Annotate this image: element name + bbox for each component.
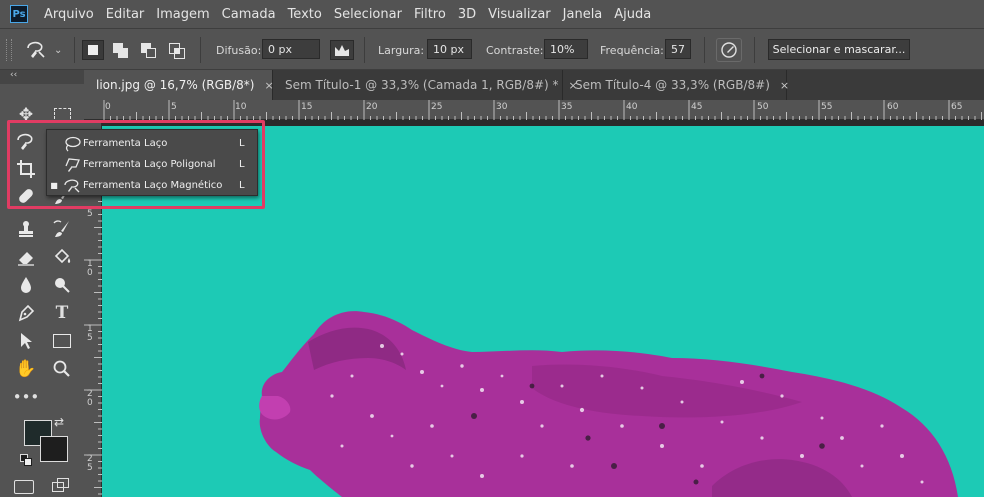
feather-label: Difusão: — [216, 44, 262, 57]
ruler-label: 2 0 — [87, 389, 93, 408]
pen-pressure-button[interactable] — [716, 38, 742, 62]
ruler-label: 50 — [757, 102, 769, 112]
new-selection-button[interactable] — [82, 40, 104, 60]
menu-ajuda[interactable]: Ajuda — [614, 7, 651, 22]
hand-tool-icon[interactable]: ✋ — [12, 356, 40, 382]
subtract-from-selection-button[interactable] — [138, 40, 160, 60]
menu-imagem[interactable]: Imagem — [156, 7, 209, 22]
clone-stamp-tool-icon[interactable] — [12, 216, 40, 242]
close-icon[interactable]: × — [780, 79, 789, 92]
ruler-label: 2 5 — [87, 454, 93, 473]
magnetic-lasso-icon — [27, 41, 45, 58]
path-selection-tool-icon[interactable] — [12, 328, 40, 354]
menu-camada[interactable]: Camada — [222, 7, 276, 22]
type-tool-icon[interactable]: T — [48, 300, 76, 326]
feather-input[interactable]: 0 px — [262, 39, 320, 59]
menu-filtro[interactable]: Filtro — [414, 7, 446, 22]
new-selection-icon — [88, 45, 98, 55]
more-tools-icon[interactable]: ••• — [12, 384, 40, 410]
tab-label: Sem Título-1 @ 33,3% (Camada 1, RGB/8#) … — [285, 78, 559, 92]
ruler-label: 55 — [821, 102, 833, 112]
ruler-label: 25 — [431, 102, 443, 112]
ruler-label: 10 — [235, 102, 247, 112]
ruler-label: 45 — [691, 102, 703, 112]
screen-mode-icon[interactable] — [52, 478, 70, 494]
ruler-label: 0 — [105, 102, 111, 112]
ruler-label: 35 — [561, 102, 573, 112]
zoom-tool-icon[interactable] — [48, 356, 76, 382]
ruler-label: 20 — [366, 102, 378, 112]
quick-mask-icon[interactable] — [14, 480, 34, 494]
pen-tool-icon[interactable] — [12, 300, 40, 326]
tab-label: lion.jpg @ 16,7% (RGB/8*) — [96, 78, 255, 92]
options-bar: ⌄ Difusão: 0 px Largura: 10 px Contraste… — [0, 28, 984, 70]
tab-sem-titulo-4[interactable]: Sem Título-4 @ 33,3% (RGB/8#) × — [563, 70, 789, 100]
menu-janela[interactable]: Janela — [563, 7, 603, 22]
highlight-annotation — [7, 120, 265, 209]
dodge-tool-icon[interactable] — [48, 272, 76, 298]
ruler-label: 5 — [87, 209, 93, 219]
rectangle-tool-icon[interactable] — [48, 328, 76, 354]
tablet-pressure-button[interactable] — [330, 40, 354, 60]
menu-3d[interactable]: 3D — [458, 7, 476, 22]
pressure-icon — [335, 45, 349, 56]
ruler-ticks — [103, 100, 982, 120]
tab-sem-titulo-1[interactable]: Sem Título-1 @ 33,3% (Camada 1, RGB/8#) … — [273, 70, 578, 100]
pen-pressure-icon — [721, 42, 737, 58]
menu-selecionar[interactable]: Selecionar — [334, 7, 402, 22]
select-and-mask-button[interactable]: Selecionar e mascarar... — [768, 39, 910, 60]
document-tabs: lion.jpg @ 16,7% (RGB/8*) × Sem Título-1… — [84, 70, 984, 100]
history-brush-tool-icon[interactable] — [48, 216, 76, 242]
tab-label: Sem Título-4 @ 33,3% (RGB/8#) — [575, 78, 770, 92]
contrast-label: Contraste: — [486, 44, 544, 57]
blur-tool-icon[interactable] — [12, 272, 40, 298]
default-colors-icon[interactable] — [20, 454, 32, 466]
add-selection-icon — [118, 48, 128, 58]
frequency-label: Frequência: — [600, 44, 664, 57]
swap-colors-icon[interactable]: ⇄ — [50, 414, 68, 430]
menu-arquivo[interactable]: Arquivo — [44, 7, 94, 22]
ruler-label: 60 — [887, 102, 899, 112]
tab-lion-jpg[interactable]: lion.jpg @ 16,7% (RGB/8*) × — [84, 70, 274, 100]
eraser-tool-icon[interactable] — [12, 244, 40, 270]
chevron-down-icon: ⌄ — [54, 44, 63, 56]
ruler-label: 5 — [171, 102, 177, 112]
intersect-selection-icon — [174, 48, 179, 53]
photoshop-logo-icon: Ps — [10, 5, 28, 23]
frequency-input[interactable]: 57 — [665, 39, 691, 59]
ruler-label: 30 — [496, 102, 508, 112]
menu-visualizar[interactable]: Visualizar — [488, 7, 551, 22]
add-to-selection-button[interactable] — [110, 40, 132, 60]
paint-bucket-tool-icon[interactable] — [48, 244, 76, 270]
ruler-label: 15 — [301, 102, 313, 112]
background-color-swatch[interactable] — [40, 436, 68, 462]
ruler-label: 40 — [626, 102, 638, 112]
contrast-input[interactable]: 10% — [544, 39, 588, 59]
intersect-selection-button[interactable] — [166, 40, 188, 60]
options-bar-grip[interactable] — [6, 39, 12, 61]
menu-editar[interactable]: Editar — [106, 7, 145, 22]
collapse-panel-icon[interactable]: ‹‹ — [0, 70, 84, 84]
tool-preset-picker[interactable]: ⌄ — [24, 38, 68, 62]
ruler-label: 1 0 — [87, 259, 93, 278]
menu-bar: Ps Arquivo Editar Imagem Camada Texto Se… — [0, 0, 984, 28]
subtract-selection-icon — [146, 48, 156, 58]
menu-texto[interactable]: Texto — [288, 7, 322, 22]
width-input[interactable]: 10 px — [427, 39, 472, 59]
width-label: Largura: — [378, 44, 425, 57]
ruler-label: 65 — [951, 102, 963, 112]
ruler-label: 1 5 — [87, 324, 93, 343]
horizontal-ruler: 0 5 10 15 20 25 30 35 40 45 50 55 60 65 — [84, 100, 984, 120]
